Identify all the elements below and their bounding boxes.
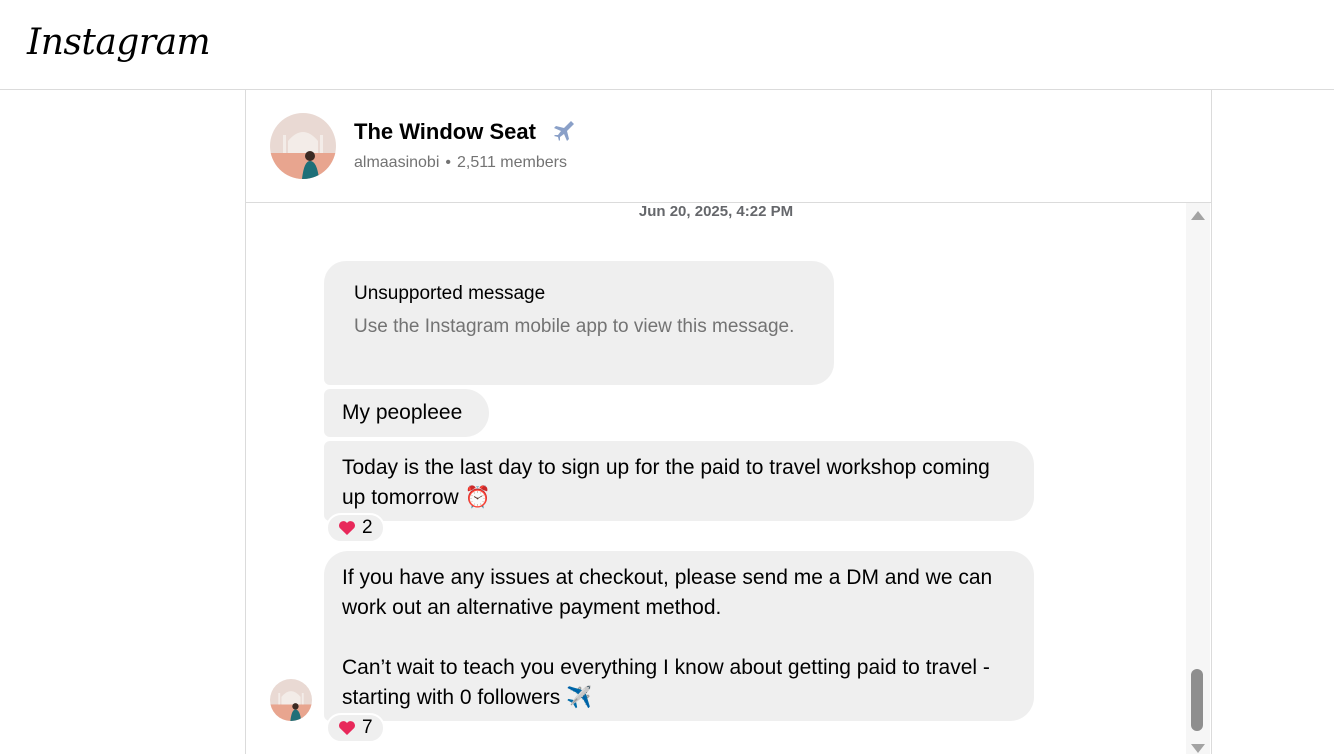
member-count: 2,511 members: [457, 154, 567, 171]
heart-icon: [339, 521, 355, 535]
thread-scrollbar[interactable]: [1186, 203, 1210, 754]
airplane-emoji: ✈️: [566, 686, 593, 709]
chat-panel: The Window Seat almaasinobi • 2,511 member…: [245, 90, 1212, 754]
message-text: If you have any issues at checkout, plea…: [342, 566, 993, 709]
alarm-clock-emoji: ⏰: [464, 486, 491, 509]
message-timestamp: Jun 20, 2025, 4:22 PM: [638, 203, 794, 220]
unsupported-message-title: Unsupported message: [354, 283, 546, 304]
message-thread: Jun 20, 2025, 4:22 PM Unsupported messag…: [246, 203, 1186, 754]
top-bar: Instagram: [0, 0, 1334, 90]
sender-avatar[interactable]: [270, 679, 312, 721]
airplane-icon: [550, 118, 575, 148]
group-meta: almaasinobi • 2,511 members: [354, 154, 567, 172]
owner-username[interactable]: almaasinobi: [354, 154, 439, 171]
message-bubble[interactable]: My peopleee: [324, 389, 489, 437]
message-text: Today is the last day to sign up for the…: [342, 456, 990, 509]
chat-header[interactable]: The Window Seat almaasinobi • 2,511 member…: [246, 90, 1211, 203]
scroll-thumb[interactable]: [1191, 669, 1203, 731]
meta-separator: •: [445, 154, 451, 171]
reaction-pill[interactable]: 7: [326, 713, 385, 743]
group-name[interactable]: The Window Seat: [354, 118, 575, 148]
group-avatar[interactable]: [270, 113, 336, 179]
heart-icon: [339, 721, 355, 735]
unsupported-message-bubble[interactable]: Unsupported message Use the Instagram mo…: [324, 261, 834, 385]
scroll-up-arrow-icon[interactable]: [1191, 211, 1205, 220]
reaction-count: 7: [362, 717, 373, 738]
message-bubble[interactable]: Today is the last day to sign up for the…: [324, 441, 1034, 521]
reaction-count: 2: [362, 517, 373, 538]
instagram-logo[interactable]: Instagram: [27, 22, 211, 63]
unsupported-message-subtitle: Use the Instagram mobile app to view thi…: [354, 316, 795, 337]
reaction-pill[interactable]: 2: [326, 513, 385, 543]
message-bubble[interactable]: If you have any issues at checkout, plea…: [324, 551, 1034, 721]
scroll-down-arrow-icon[interactable]: [1191, 744, 1205, 753]
message-text: My peopleee: [342, 401, 463, 424]
